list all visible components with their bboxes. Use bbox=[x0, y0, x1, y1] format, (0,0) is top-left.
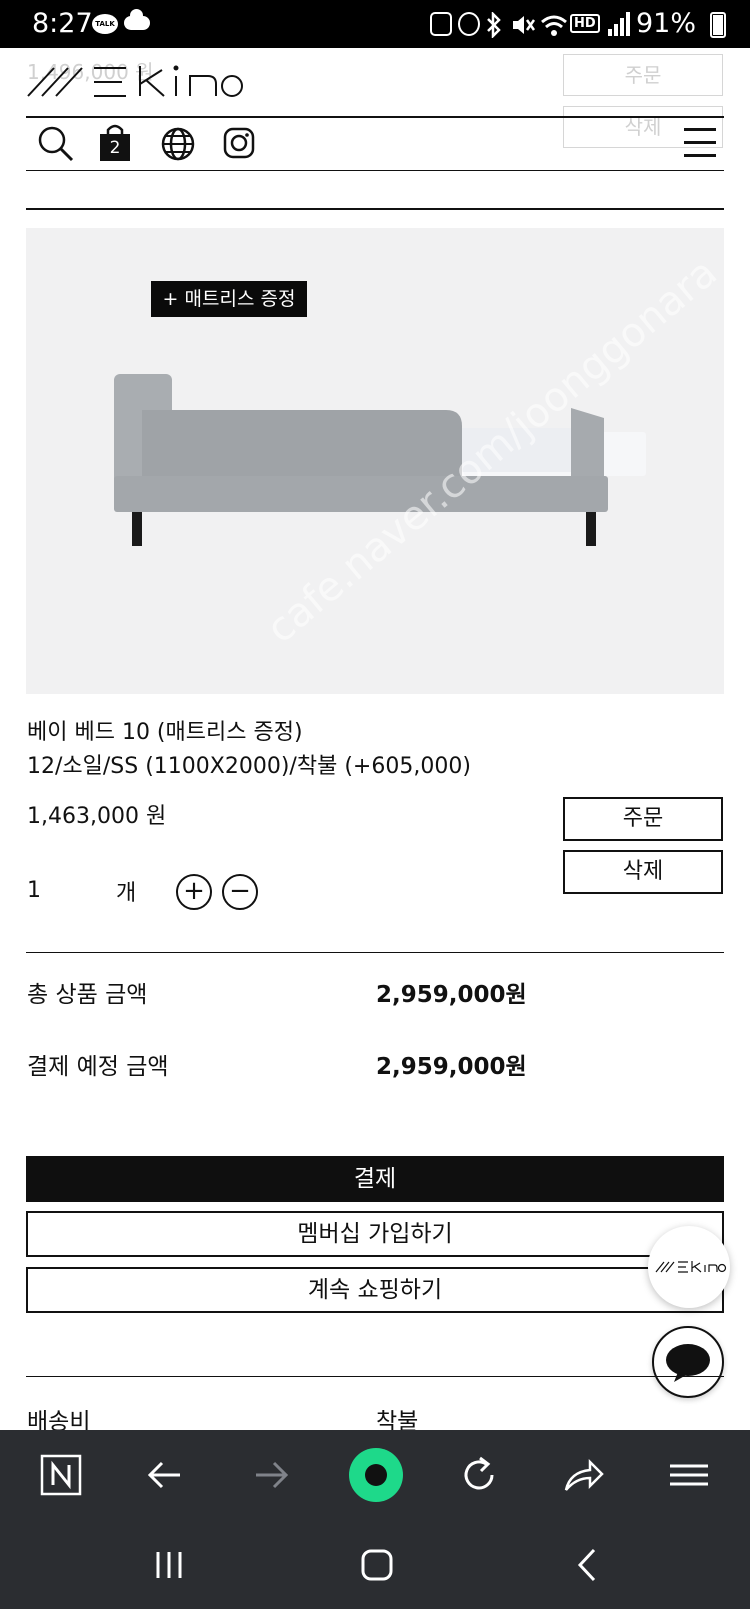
shipping-divider bbox=[26, 1376, 724, 1377]
alarm-icon bbox=[458, 12, 480, 36]
kakaotalk-icon: TALK bbox=[92, 14, 118, 34]
forward-arrow-icon[interactable] bbox=[248, 1452, 294, 1498]
home-green-dot-icon[interactable] bbox=[346, 1445, 406, 1505]
quantity-unit: 개 bbox=[116, 881, 137, 906]
cart-button[interactable]: 2 bbox=[100, 124, 140, 164]
chat-button[interactable] bbox=[652, 1326, 724, 1398]
mute-icon bbox=[513, 16, 536, 34]
expected-payment-label: 결제 예정 금액 bbox=[27, 1054, 169, 1080]
wifi-icon bbox=[541, 15, 567, 36]
globe-icon[interactable] bbox=[158, 124, 198, 164]
total-value: 2,959,000원 bbox=[376, 982, 527, 1008]
chat-bubble-icon bbox=[666, 1344, 710, 1382]
wekino-small-logo-icon bbox=[655, 1261, 727, 1273]
total-label: 총 상품 금액 bbox=[27, 982, 148, 1008]
membership-button[interactable]: 멤버십 가입하기 bbox=[26, 1211, 724, 1257]
battery-percent: 91% bbox=[636, 8, 697, 39]
cart-count: 2 bbox=[100, 134, 130, 161]
status-bar: 8:27 TALK HD 91% bbox=[0, 0, 750, 48]
recycle-icon bbox=[430, 12, 452, 36]
back-arrow-icon[interactable] bbox=[142, 1452, 188, 1498]
floating-logo-button[interactable] bbox=[648, 1226, 730, 1308]
summary-divider bbox=[26, 952, 724, 953]
browser-toolbar bbox=[0, 1430, 750, 1520]
back-icon[interactable] bbox=[566, 1542, 612, 1588]
menu-button[interactable] bbox=[684, 126, 718, 160]
quantity-decrease-button[interactable]: − bbox=[222, 874, 258, 910]
refresh-icon[interactable] bbox=[456, 1452, 502, 1498]
header-divider bbox=[26, 116, 724, 118]
faded-order-button: 주문 bbox=[563, 54, 723, 96]
nav-divider bbox=[26, 170, 724, 171]
product-price: 1,463,000 원 bbox=[27, 804, 167, 829]
quantity-value: 1 bbox=[27, 878, 41, 903]
hd-voice-icon: HD bbox=[570, 14, 600, 33]
home-icon[interactable] bbox=[354, 1542, 400, 1588]
status-time: 8:27 bbox=[32, 8, 93, 39]
bluetooth-icon bbox=[487, 12, 501, 38]
system-navigation bbox=[0, 1520, 750, 1609]
delete-button[interactable]: 삭제 bbox=[563, 850, 723, 894]
wekino-logo-icon bbox=[27, 65, 243, 97]
status-icons: HD bbox=[430, 12, 630, 38]
battery-icon bbox=[710, 12, 726, 38]
site-logo[interactable] bbox=[26, 62, 246, 102]
hamburger-menu-icon[interactable] bbox=[666, 1452, 712, 1498]
share-icon[interactable] bbox=[560, 1452, 606, 1498]
instagram-icon[interactable] bbox=[220, 124, 260, 164]
order-button[interactable]: 주문 bbox=[563, 797, 723, 841]
cloud-icon bbox=[124, 9, 150, 30]
pay-button[interactable]: 결제 bbox=[26, 1156, 724, 1202]
list-top-divider bbox=[26, 208, 724, 210]
product-option: 12/소일/SS (1100X2000)/착불 (+605,000) bbox=[27, 754, 471, 779]
expected-payment-value: 2,959,000원 bbox=[376, 1054, 527, 1080]
recent-apps-icon[interactable] bbox=[146, 1542, 192, 1588]
mattress-gift-badge: + 매트리스 증정 bbox=[151, 281, 307, 317]
bed-image bbox=[114, 374, 646, 546]
signal-icon bbox=[608, 12, 630, 36]
product-name[interactable]: 베이 베드 10 (매트리스 증정) bbox=[27, 714, 303, 746]
search-icon[interactable] bbox=[36, 124, 76, 164]
continue-shopping-button[interactable]: 계속 쇼핑하기 bbox=[26, 1267, 724, 1313]
quantity-increase-button[interactable]: + bbox=[176, 874, 212, 910]
cart-handle-icon bbox=[106, 124, 124, 134]
product-image[interactable]: cafe.naver.com/joonggonara bbox=[26, 228, 724, 694]
naver-n-icon[interactable] bbox=[38, 1452, 84, 1498]
